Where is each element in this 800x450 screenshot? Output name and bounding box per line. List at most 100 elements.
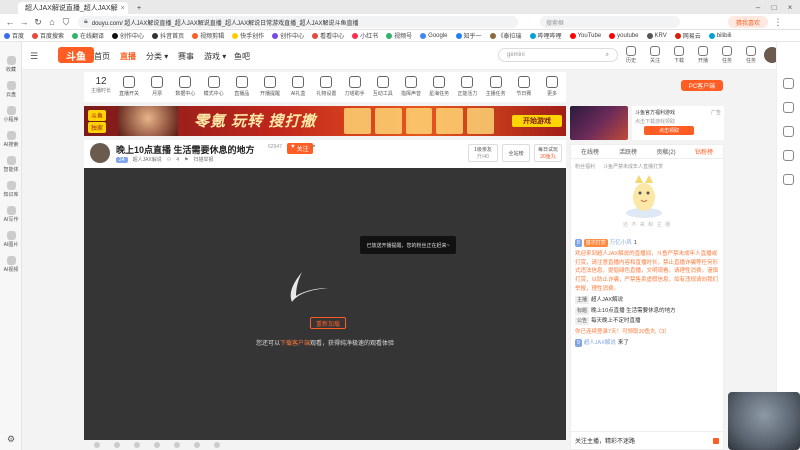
tool-item[interactable]: 互动工具 (368, 76, 398, 97)
bookmark-item[interactable]: 《泰拉瑞 (489, 31, 522, 40)
nav-live[interactable]: 直播 (120, 51, 136, 62)
search-icon[interactable]: ⌕ (606, 52, 609, 59)
bookmark-item[interactable]: 看看中心 (312, 31, 344, 40)
follow-button[interactable]: ♥ 关注 (287, 143, 313, 154)
security-shield-icon[interactable]: ⛉ (60, 16, 72, 28)
new-tab-button[interactable]: + (132, 2, 146, 14)
site-rank-button[interactable]: 全站榜 (502, 144, 530, 162)
header-action-item[interactable]: 历史 (626, 46, 636, 64)
minimize-window-icon[interactable]: – (752, 2, 764, 12)
rank-tab[interactable]: 贡献(2) (647, 145, 685, 158)
nav-category[interactable]: 分类 ▾ (146, 51, 168, 62)
daily-trial-box[interactable]: 每日试玩 20鱼丸 (534, 144, 562, 162)
right-sidebar-tool-icon[interactable] (783, 174, 794, 185)
gift-icon[interactable] (174, 442, 180, 448)
right-sidebar-tool-icon[interactable] (783, 78, 794, 89)
settings-gear-icon[interactable]: ⚙ (0, 434, 22, 445)
bookmark-item[interactable]: 创作中心 (272, 31, 304, 40)
nav-events[interactable]: 赛事 (178, 51, 194, 62)
site-search-input[interactable]: gemini ⌕ (498, 48, 618, 62)
retry-button[interactable]: 重新加载 (310, 317, 346, 329)
left-sidebar-item[interactable]: AI图片 (0, 231, 22, 248)
gift-icon[interactable] (154, 442, 160, 448)
header-action-item[interactable]: 任务 (746, 46, 756, 64)
recommend-button[interactable]: 猜我喜欢 (728, 16, 768, 28)
gift-icon[interactable] (114, 442, 120, 448)
tool-item[interactable]: 正能活力 (452, 76, 482, 97)
bookmark-item[interactable]: 知乎一 (455, 31, 482, 40)
stream-hours[interactable]: 12 主播时长 (88, 76, 114, 94)
rank-tab[interactable]: 在线榜 (571, 145, 609, 158)
back-icon[interactable]: ← (4, 16, 16, 28)
header-action-item[interactable]: 任务 (722, 46, 732, 64)
pc-client-button[interactable]: PC客户端 (681, 80, 723, 91)
extensions-icon[interactable]: ⋮ (772, 16, 784, 28)
ad-claim-button[interactable]: 点击领取 (644, 126, 694, 135)
browser-tab-active[interactable]: 超人JAX解说直播_超人JAX解 × (18, 2, 128, 14)
fan-welfare-link[interactable]: 粉丝福利 (575, 163, 595, 170)
bookmark-item[interactable]: 视频剪辑 (192, 31, 224, 40)
nav-fishbar[interactable]: 鱼吧 (234, 51, 250, 62)
tool-item[interactable]: 主播任务 (481, 76, 511, 97)
tool-item[interactable]: 直播品 (227, 76, 257, 97)
nav-home[interactable]: 首页 (94, 51, 110, 62)
bookmark-item[interactable]: youtube (609, 32, 639, 39)
share-icon[interactable]: ↗ (310, 143, 316, 151)
header-action-item[interactable]: 开播 (698, 46, 708, 64)
download-client-link[interactable]: 下载客户端 (280, 341, 310, 347)
bookmark-item[interactable]: YouTube (569, 32, 601, 39)
bookmark-item[interactable]: Google (420, 32, 448, 39)
menu-icon[interactable]: ☰ (30, 51, 38, 62)
bookmark-item[interactable]: 在线翻译 (72, 31, 104, 40)
gift-icon[interactable] (214, 442, 220, 448)
close-tab-icon[interactable]: × (121, 5, 125, 12)
tool-item[interactable]: 开播提醒 (255, 76, 285, 97)
tool-item[interactable]: 直播开关 (114, 76, 144, 97)
left-sidebar-item[interactable]: 知识库 (0, 181, 22, 198)
fan-level-box[interactable]: 1级亲友 升/40 (468, 144, 498, 162)
home-icon[interactable]: ⌂ (46, 16, 58, 28)
tool-item[interactable]: 指挥声音 (396, 76, 426, 97)
top-search-input[interactable]: 搜索框 (540, 16, 680, 28)
left-sidebar-item[interactable]: 云盘 (0, 81, 22, 98)
bookmark-item[interactable]: 百度 (4, 31, 24, 40)
left-sidebar-item[interactable]: AI写作 (0, 206, 22, 223)
left-sidebar-item[interactable]: 智能体 (0, 156, 22, 173)
close-window-icon[interactable]: × (784, 2, 796, 12)
left-sidebar-item[interactable]: 小程序 (0, 106, 22, 123)
right-sidebar-tool-icon[interactable] (783, 126, 794, 137)
streamer-avatar[interactable] (90, 143, 110, 163)
bookmark-item[interactable]: 小红书 (352, 31, 378, 40)
bookmark-item[interactable]: 视频号 (386, 31, 412, 40)
left-sidebar-item[interactable]: AI搜索 (0, 131, 22, 148)
tool-item[interactable]: 数据中心 (170, 76, 200, 97)
maximize-window-icon[interactable]: □ (768, 2, 780, 12)
gift-icon[interactable] (194, 442, 200, 448)
follow-action-icon[interactable] (713, 437, 719, 444)
chat-username[interactable]: 超人JAX解说 (584, 339, 616, 348)
bookmark-item[interactable]: 快手创作 (232, 31, 264, 40)
gift-icon[interactable] (134, 442, 140, 448)
game-banner[interactable]: 斗鱼 独家 零氪 玩转 搜打撤 开始游戏 (84, 106, 566, 136)
ad-image[interactable] (570, 106, 628, 140)
ad-panel[interactable]: 斗鱼官方福利游戏 广告 点击下载游戏领取 点击领取 (632, 106, 724, 140)
bookmark-item[interactable]: 网易云 (674, 31, 701, 40)
reload-icon[interactable]: ↻ (32, 16, 44, 28)
bookmark-item[interactable]: 抖音首页 (152, 31, 184, 40)
start-game-button[interactable]: 开始游戏 (512, 115, 562, 127)
tool-item[interactable]: 礼物设置 (311, 76, 341, 97)
tool-item[interactable]: 月票 (142, 76, 172, 97)
gift-icon[interactable] (94, 442, 100, 448)
tool-item[interactable]: 刀塔助手 (340, 76, 370, 97)
streamer-name[interactable]: 超人JAX解说 (133, 156, 162, 163)
forward-icon[interactable]: → (18, 16, 30, 28)
bookmark-item[interactable]: 百度搜索 (32, 31, 64, 40)
left-sidebar-item[interactable]: AI视频 (0, 256, 22, 273)
bookmark-item[interactable]: 创作中心 (112, 31, 144, 40)
bookmark-item[interactable]: 哔哩哔哩 (529, 31, 562, 40)
report-link[interactable]: 扫描举报 (193, 156, 213, 163)
header-action-item[interactable]: 下载 (674, 46, 684, 64)
nav-games[interactable]: 游戏 ▾ (204, 51, 226, 62)
rank-tab[interactable]: 活跃榜 (609, 145, 647, 158)
tool-item[interactable]: 模式中心 (199, 76, 229, 97)
